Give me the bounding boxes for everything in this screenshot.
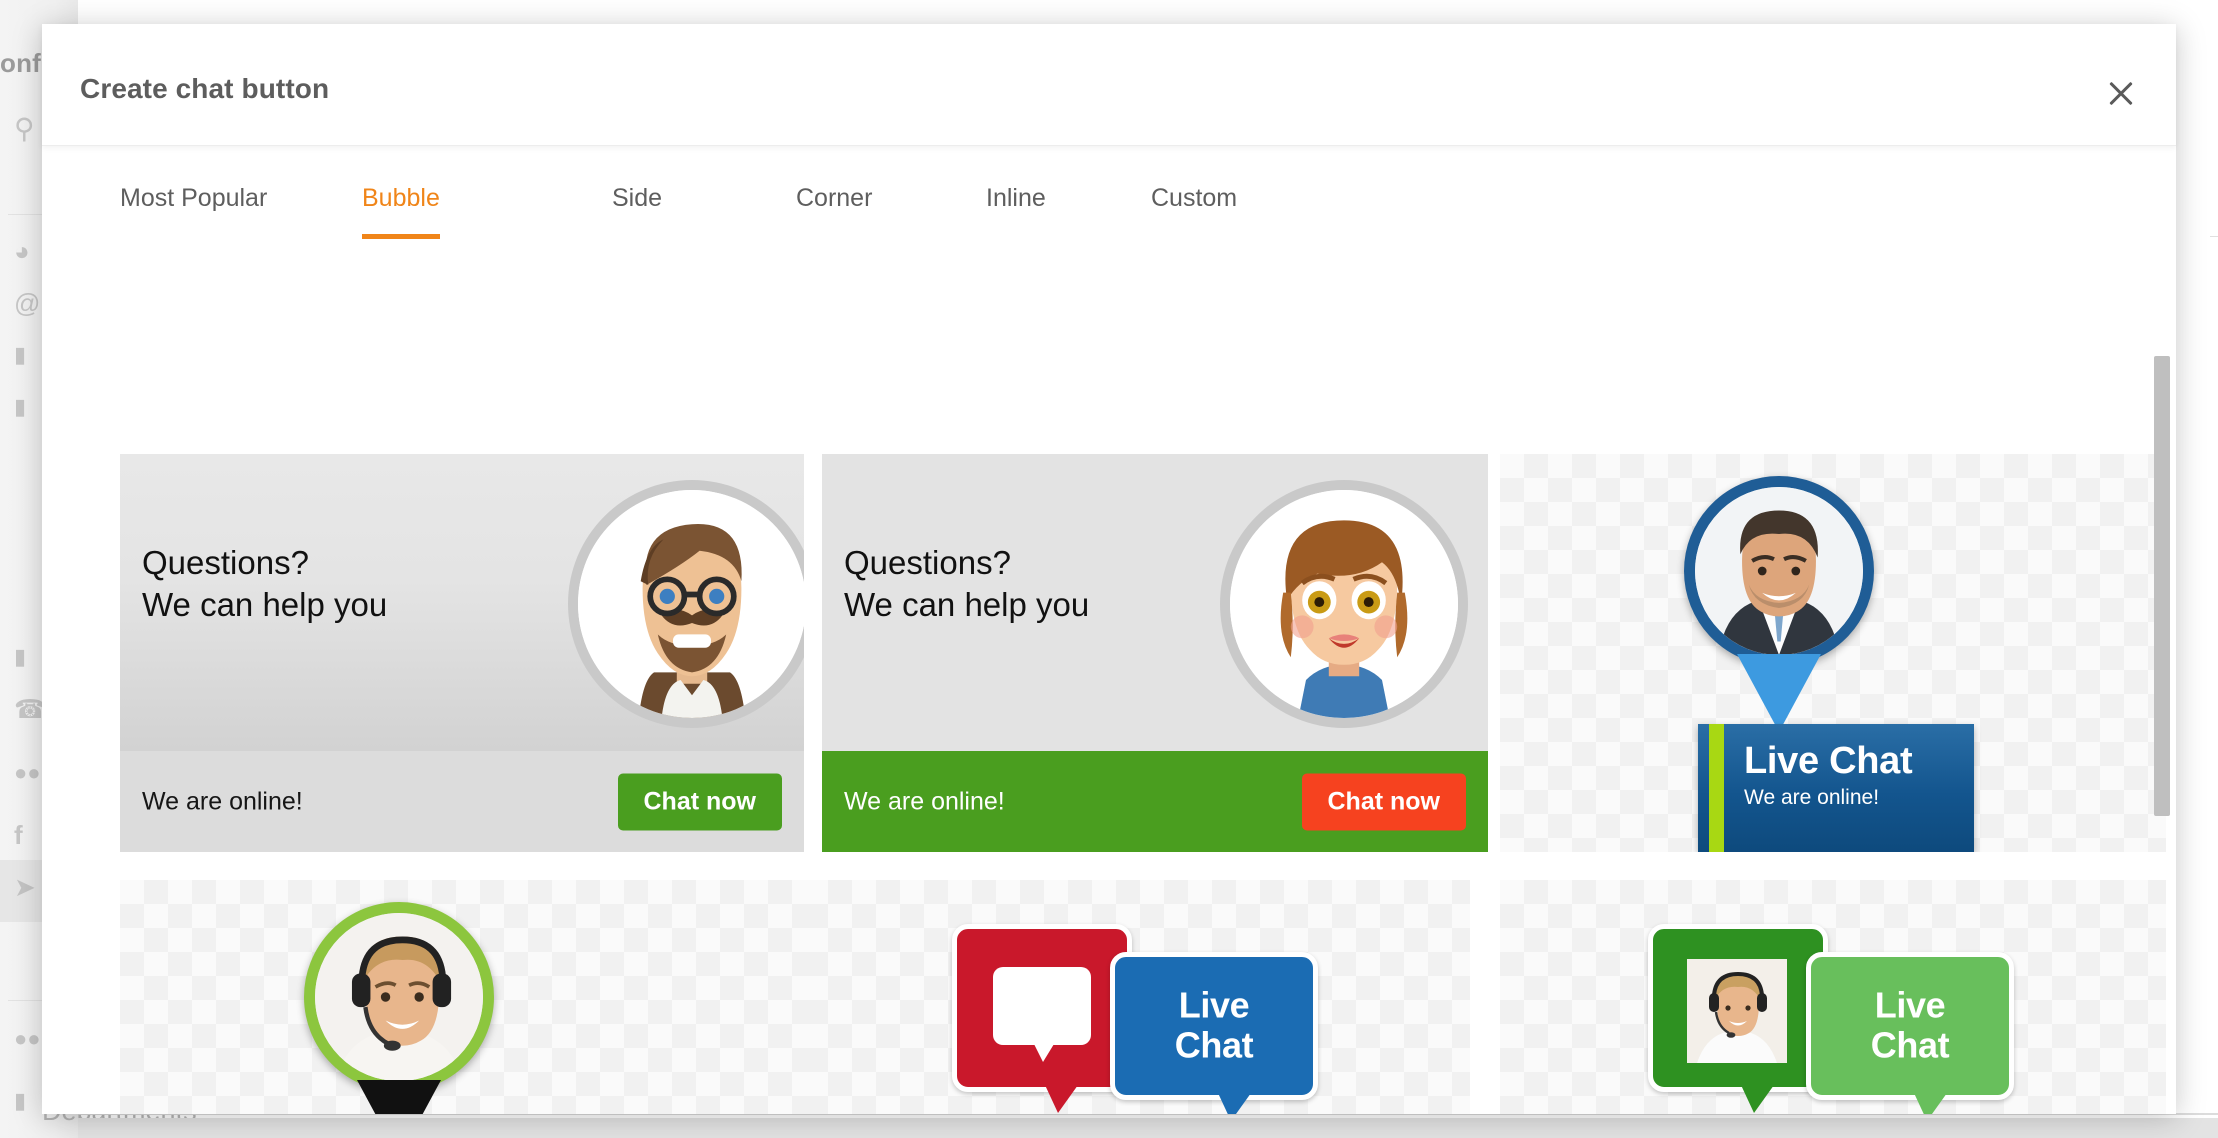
live-chat-title: Live Chat <box>1744 740 1912 783</box>
accent-bar <box>1709 724 1724 852</box>
preview-pin-blue[interactable]: Live Chat We are online! <box>1500 454 2166 852</box>
modal-header: Create chat button <box>42 24 2176 146</box>
close-icon[interactable] <box>564 930 594 960</box>
tab-bubble[interactable]: Bubble <box>362 184 440 239</box>
preview-headline-line2: We can help you <box>844 584 1089 626</box>
preview-headline: Questions? We can help you <box>844 542 1089 626</box>
modal-body: Most Popular Bubble Side Corner Inline C… <box>42 146 2176 1114</box>
preview-footer: We are online! Chat now <box>822 751 1488 852</box>
preview-footer: We are online! Chat now <box>120 751 804 852</box>
preview-status-text: We are online! <box>142 787 303 816</box>
preview-questions-gray[interactable]: Questions? We can help you <box>120 454 804 852</box>
chat-now-button[interactable]: Chat now <box>1302 773 1467 830</box>
headset-agent-photo-icon <box>1687 959 1787 1063</box>
tab-custom[interactable]: Custom <box>1151 184 1237 239</box>
page-title: Create chat button <box>80 73 329 105</box>
preview-category-tabs: Most Popular Bubble Side Corner Inline C… <box>42 146 2176 244</box>
preview-body: Questions? We can help you <box>120 454 804 751</box>
live-chat-bar[interactable]: Live Chat We are online! <box>1698 724 1974 852</box>
preview-headline-line1: Questions? <box>142 542 387 584</box>
chat-button-preview-grid: Questions? We can help you <box>120 454 2166 1114</box>
tab-inline[interactable]: Inline <box>986 184 1046 239</box>
preview-body: Questions? We can help you <box>822 454 1488 751</box>
close-icon[interactable] <box>1898 498 1926 526</box>
background-footer-strip <box>78 1118 2218 1138</box>
preview-status-text: We are online! <box>844 787 1005 816</box>
pin-tail <box>357 1080 441 1114</box>
preview-headline-line1: Questions? <box>844 542 1089 584</box>
headset-woman-photo-icon <box>315 913 483 1081</box>
live-chat-label-line2: Chat <box>1811 1026 2009 1066</box>
preview-headline: Questions? We can help you <box>142 542 387 626</box>
preview-bubble-green[interactable]: Live Chat <box>1500 880 2166 1114</box>
content-scrollbar-track[interactable] <box>2154 356 2170 1036</box>
close-icon[interactable] <box>1275 979 1299 1003</box>
tab-bubble-label: Bubble <box>362 184 440 212</box>
businessman-photo-icon <box>1695 487 1863 655</box>
woman-avatar-icon <box>1230 490 1458 718</box>
close-icon[interactable] <box>1969 979 1995 1005</box>
agent-photo <box>1687 959 1787 1063</box>
background-right-rule <box>2210 236 2218 237</box>
preview-pin-green[interactable]: Live Chat We are online! <box>120 880 804 1114</box>
avatar <box>568 480 804 728</box>
active-tab-underline <box>362 234 440 239</box>
create-chat-button-modal: Create chat button Most Popular Bubble S… <box>42 24 2176 1114</box>
headset-woman-avatar <box>304 902 494 1092</box>
agent-icon-bubble[interactable] <box>1648 924 1828 1092</box>
businessman-avatar <box>1684 476 1874 666</box>
tab-most-popular[interactable]: Most Popular <box>120 184 267 239</box>
tab-corner[interactable]: Corner <box>796 184 872 239</box>
live-chat-bubble[interactable]: Live Chat <box>1806 952 2014 1100</box>
chat-glyph-icon <box>993 967 1091 1045</box>
preview-bubble-red-blue[interactable]: Live Chat <box>804 880 1470 1114</box>
pin-tail <box>1737 654 1821 732</box>
preview-headline-line2: We can help you <box>142 584 387 626</box>
tab-side[interactable]: Side <box>612 184 662 239</box>
live-chat-label-line2: Chat <box>1115 1026 1313 1066</box>
bearded-man-avatar-icon <box>578 490 804 718</box>
live-chat-bubble[interactable]: Live Chat <box>1110 952 1318 1100</box>
chat-icon-bubble[interactable] <box>952 924 1132 1092</box>
live-chat-subtitle: We are online! <box>1744 786 1879 810</box>
chat-now-button[interactable]: Chat now <box>618 773 783 830</box>
content-scrollbar-thumb[interactable] <box>2154 356 2170 816</box>
avatar <box>1220 480 1468 728</box>
preview-questions-green[interactable]: Questions? We can help you <box>804 454 1488 852</box>
close-icon[interactable] <box>2104 76 2138 110</box>
